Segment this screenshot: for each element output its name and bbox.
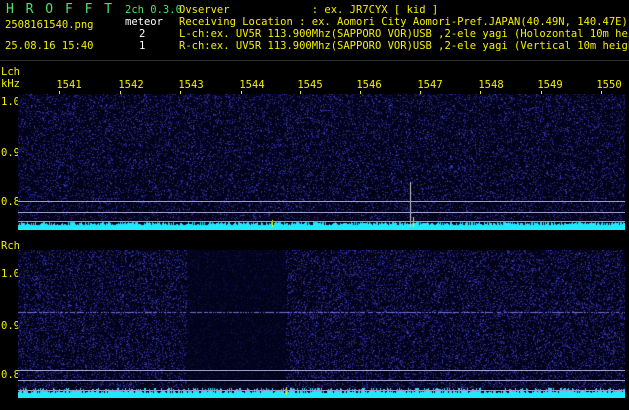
freq-label: 1543 <box>178 79 204 91</box>
freq-label: 1544 <box>239 79 265 91</box>
freq-label: 1546 <box>356 79 382 91</box>
freq-label: 1548 <box>478 79 504 91</box>
datetime-label: 25.08.16 15:40 <box>5 40 94 52</box>
lch-threshold-line <box>18 221 625 222</box>
freq-label: 1541 <box>56 79 82 91</box>
freq-label: 1550 <box>596 79 622 91</box>
lch-waterfall-canvas <box>18 94 625 230</box>
freq-label: 1547 <box>417 79 443 91</box>
freq-label: 1549 <box>537 79 563 91</box>
lch-count: 2 <box>139 28 146 40</box>
filename-label: 2508161540.png <box>5 19 94 31</box>
event-type-label: meteor <box>125 16 163 28</box>
location-line: Receiving Location : ex. Aomori City Aom… <box>179 16 628 28</box>
unit-label: kHz <box>1 78 20 90</box>
observer-line: Ovserver : ex. JR7CYX [ kid ] <box>179 4 439 16</box>
rch-count: 1 <box>139 40 146 52</box>
freq-label: 1542 <box>118 79 144 91</box>
mode-label: 2ch 0.3.0 <box>125 4 182 16</box>
header-divider <box>0 60 629 61</box>
rch-waterfall-canvas <box>18 250 625 398</box>
app-title: H R O F F T <box>6 2 115 17</box>
lch-channel-label: Lch <box>1 66 20 78</box>
lch-threshold-line <box>18 201 625 202</box>
rch-threshold-line <box>18 390 625 391</box>
rch-threshold-line <box>18 370 625 371</box>
rch-info-line: R-ch:ex. UV5R 113.900Mhz(SAPPORO VOR)USB… <box>179 40 629 52</box>
lch-waterfall <box>18 94 625 230</box>
lch-threshold-line <box>18 212 625 213</box>
lch-info-line: L-ch:ex. UV5R 113.900Mhz(SAPPORO VOR)USB… <box>179 28 629 40</box>
freq-label: 1545 <box>297 79 323 91</box>
rch-threshold-line <box>18 380 625 381</box>
rch-waterfall <box>18 250 625 398</box>
